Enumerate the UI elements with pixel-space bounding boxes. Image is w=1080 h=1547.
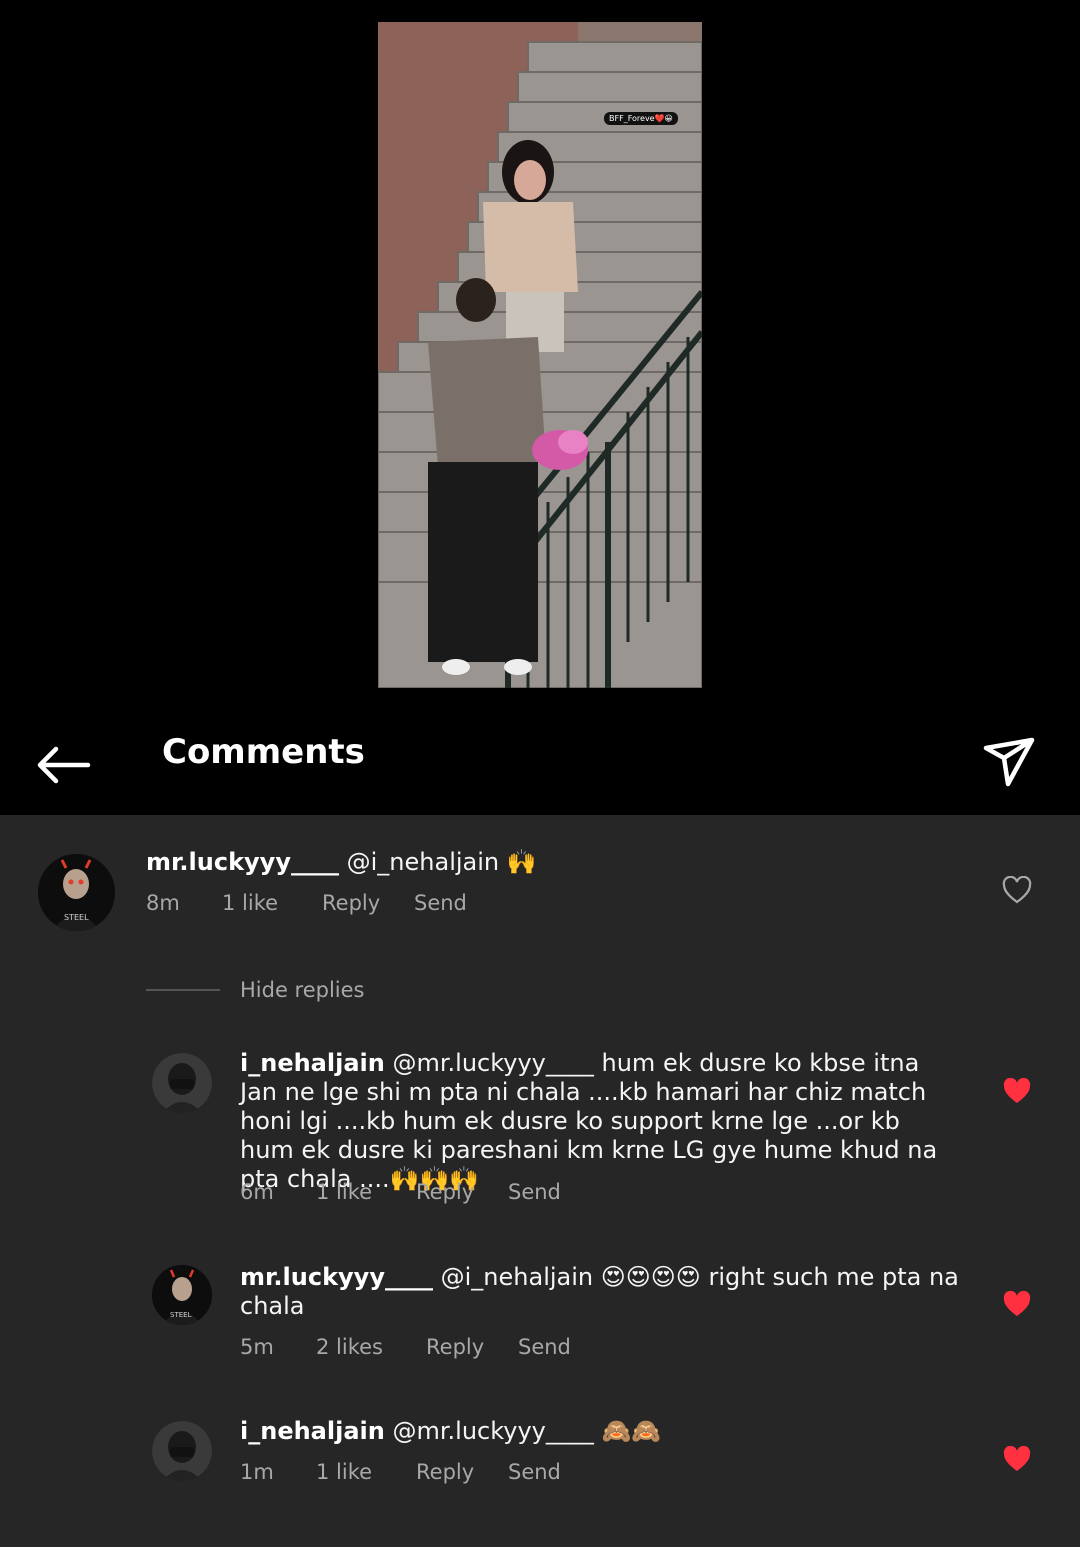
user-avatar-image [152, 1421, 212, 1481]
comment-meta: 8m 1 like Reply Send [146, 890, 467, 916]
reply-item: STEEL mr.luckyyy____ @i_nehaljain 😍😍😍😍 r… [0, 1260, 1080, 1380]
svg-text:STEEL: STEEL [170, 1311, 192, 1319]
hide-replies-button[interactable]: Hide replies [240, 978, 365, 1002]
comment-text: i_nehaljain @mr.luckyyy____ hum ek dusre… [240, 1049, 960, 1194]
comment-body: @i_nehaljain 🙌 [346, 848, 537, 876]
comment-time: 6m [240, 1180, 274, 1204]
user-avatar-image [152, 1053, 212, 1113]
send-icon [983, 737, 1035, 787]
comment-likes-count[interactable]: 1 like [222, 890, 322, 916]
send-button[interactable]: Send [508, 1459, 561, 1485]
comment-text: mr.luckyyy____ @i_nehaljain 🙌 [146, 848, 966, 877]
reply-button[interactable]: Reply [416, 1179, 508, 1205]
comment-username[interactable]: i_nehaljain [240, 1417, 385, 1445]
heart-filled-icon[interactable] [1002, 1445, 1032, 1473]
reply-button[interactable]: Reply [322, 890, 414, 916]
video-thumbnail[interactable]: BFF_Foreve❤️😀 [378, 22, 702, 688]
comment-username[interactable]: i_nehaljain [240, 1049, 385, 1077]
video-watermark: BFF_Foreve❤️😀 [604, 112, 678, 125]
video-player[interactable]: BFF_Foreve❤️😀 [0, 0, 1080, 712]
comment-text: i_nehaljain @mr.luckyyy____ 🙈🙈 [240, 1417, 960, 1446]
arrow-left-icon [37, 746, 91, 784]
comment-username[interactable]: mr.luckyyy____ [240, 1263, 433, 1291]
reply-item: i_nehaljain @mr.luckyyy____ hum ek dusre… [0, 1045, 1080, 1225]
comment-item: STEEL mr.luckyyy____ @i_nehaljain 🙌 8m 1… [0, 815, 1080, 955]
page-title: Comments [162, 732, 365, 772]
comment-likes-count[interactable]: 2 likes [316, 1334, 426, 1360]
comment-meta: 6m 1 like Reply Send [240, 1179, 561, 1205]
comment-time: 1m [240, 1460, 274, 1484]
share-button[interactable] [980, 732, 1040, 792]
reply-button[interactable]: Reply [416, 1459, 508, 1485]
avatar[interactable] [152, 1421, 212, 1481]
comment-time: 8m [146, 891, 180, 915]
user-avatar-image: STEEL [38, 854, 115, 931]
reply-item: i_nehaljain @mr.luckyyy____ 🙈🙈 1m 1 like… [0, 1415, 1080, 1525]
svg-text:STEEL: STEEL [64, 913, 89, 922]
comment-meta: 5m 2 likes Reply Send [240, 1334, 571, 1360]
avatar[interactable] [152, 1053, 212, 1113]
send-button[interactable]: Send [414, 890, 467, 916]
avatar[interactable]: STEEL [152, 1265, 212, 1325]
comments-list: STEEL mr.luckyyy____ @i_nehaljain 🙌 8m 1… [0, 815, 1080, 1547]
send-button[interactable]: Send [508, 1179, 561, 1205]
back-button[interactable] [34, 740, 94, 790]
comment-body: @mr.luckyyy____ 🙈🙈 [392, 1417, 662, 1445]
replies-divider [146, 989, 220, 991]
comment-text: mr.luckyyy____ @i_nehaljain 😍😍😍😍 right s… [240, 1263, 960, 1321]
comment-time: 5m [240, 1335, 274, 1359]
heart-filled-icon[interactable] [1002, 1290, 1032, 1318]
user-avatar-image: STEEL [152, 1265, 212, 1325]
comment-likes-count[interactable]: 1 like [316, 1459, 416, 1485]
comment-username[interactable]: mr.luckyyy____ [146, 848, 339, 876]
send-button[interactable]: Send [518, 1334, 571, 1360]
comment-likes-count[interactable]: 1 like [316, 1179, 416, 1205]
reply-button[interactable]: Reply [426, 1334, 518, 1360]
heart-filled-icon[interactable] [1002, 1077, 1032, 1105]
comment-meta: 1m 1 like Reply Send [240, 1459, 561, 1485]
comments-header: Comments [0, 712, 1080, 815]
avatar[interactable]: STEEL [38, 854, 115, 931]
heart-outline-icon[interactable] [1002, 876, 1032, 904]
